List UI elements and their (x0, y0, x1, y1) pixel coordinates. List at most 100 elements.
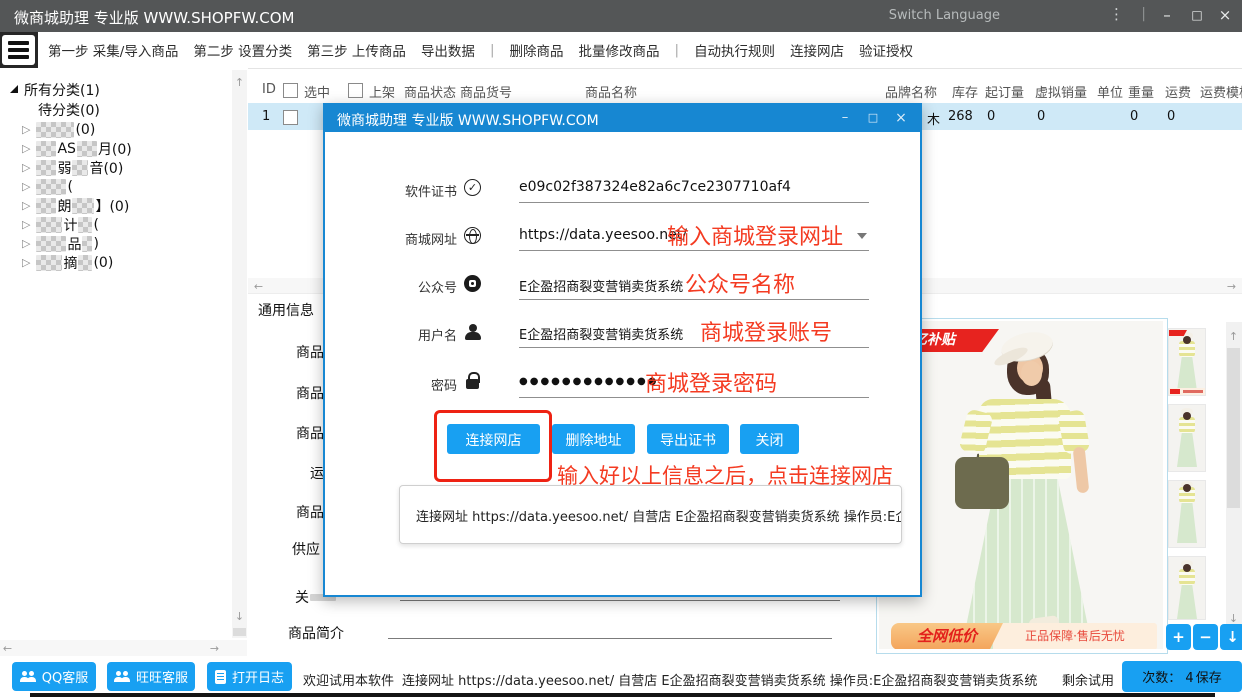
more-menu-icon[interactable]: ⋮ (1109, 5, 1124, 23)
menu-item-import[interactable]: 第一步 采集/导入商品 (48, 40, 178, 60)
official-account-input[interactable]: E企盈招商裂变营销卖货系统 (519, 276, 683, 295)
status-bar: QQ客服 旺旺客服 打开日志 欢迎试用本软件 连接网址 https://data… (0, 658, 1242, 697)
download-image-button[interactable]: ↓ (1220, 624, 1242, 650)
tree-root-all-categories[interactable]: 所有分类(1) (4, 80, 100, 99)
tree-item-label: 计 (63, 215, 77, 235)
tree-item-label: AS (57, 141, 75, 157)
connection-status-box: 连接网址 https://data.yeesoo.net/ 自营店 E企盈招商裂… (399, 485, 902, 544)
tree-item-label: 音(0) (89, 158, 123, 178)
chevron-right-icon: ▷ (22, 142, 30, 155)
chevron-right-icon: ▷ (22, 256, 30, 269)
menu-item-category[interactable]: 第二步 设置分类 (193, 40, 292, 60)
column-onsale: 上架 (369, 82, 395, 101)
censored-text (36, 255, 62, 271)
thumbnail-scrollbar[interactable]: ↑ ↓ (1226, 322, 1242, 640)
menu-item-delete[interactable]: 删除商品 (510, 40, 564, 60)
thumbnail-2[interactable] (1168, 404, 1206, 472)
scroll-right-icon[interactable]: → (1224, 280, 1239, 293)
chevron-right-icon: ▷ (22, 218, 30, 231)
menu-item-batch-edit[interactable]: 批量修改商品 (579, 40, 660, 60)
wangwang-support-button[interactable]: 旺旺客服 (107, 662, 195, 691)
scroll-thumb[interactable] (233, 628, 246, 636)
scroll-up-icon[interactable]: ↑ (232, 76, 247, 89)
menu-item-connect-shop[interactable]: 连接网店 (790, 40, 844, 60)
scroll-left-icon[interactable]: ← (0, 642, 15, 655)
field-label-fragment: 供应 (292, 539, 320, 559)
trial-count-prefix: 剩余试用 (1062, 670, 1114, 689)
app-window: 微商城助理 专业版 WWW.SHOPFW.COM Switch Language… (0, 0, 1242, 697)
tree-item[interactable]: ▷ 品 ) (22, 234, 99, 253)
row-checkbox[interactable] (283, 110, 298, 125)
zoom-in-button[interactable]: + (1166, 624, 1191, 650)
dialog-minimize-button[interactable]: – (832, 105, 858, 132)
thumbnail-3[interactable] (1168, 480, 1206, 548)
thumbnail-4[interactable] (1168, 556, 1206, 620)
onsale-all-checkbox[interactable] (348, 83, 363, 98)
field-label-fragment: 商品 (296, 342, 324, 362)
lowest-price-badge: 全网低价 (891, 623, 1003, 649)
official-account-label: 公众号 (347, 277, 457, 296)
tree-item[interactable]: ▷ 弱 音(0) (22, 158, 123, 177)
input-underline (519, 250, 869, 251)
hamburger-icon[interactable] (2, 35, 35, 65)
zoom-out-button[interactable]: − (1193, 624, 1218, 650)
dialog-maximize-button[interactable]: □ (860, 105, 886, 132)
username-input[interactable]: E企盈招商裂变营销卖货系统 (519, 324, 683, 343)
select-all-checkbox[interactable] (283, 83, 298, 98)
title-bar: 微商城助理 专业版 WWW.SHOPFW.COM Switch Language… (0, 0, 1242, 32)
tree-horizontal-scrollbar[interactable]: ← → (0, 640, 247, 656)
account-annotation: 公众号名称 (685, 267, 795, 299)
person-icon (464, 323, 481, 340)
tree-item[interactable]: ▷ (0) (22, 120, 95, 139)
cert-input[interactable]: e09c02f387324e82a6c7ce2307710af4 (519, 179, 791, 195)
censored-text (36, 160, 56, 176)
column-status: 商品状态 (404, 82, 456, 101)
close-dialog-button[interactable]: 关闭 (740, 424, 799, 454)
menu-item-verify-auth[interactable]: 验证授权 (859, 40, 913, 60)
dialog-close-icon[interactable]: × (888, 105, 914, 132)
figure-arm (1073, 446, 1090, 493)
chevron-right-icon: ▷ (22, 123, 30, 136)
tab-general-info[interactable]: 通用信息 (258, 300, 314, 320)
cell-weight: 0 (1130, 109, 1138, 124)
tree-item-label: 摘 (63, 253, 77, 273)
scroll-up-icon[interactable]: ↑ (1226, 330, 1241, 343)
save-button[interactable]: 次数： 4 保存 (1122, 661, 1242, 692)
censored-text (77, 141, 97, 157)
tree-item[interactable]: ▷ 摘 (0) (22, 253, 113, 272)
switch-language-button[interactable]: Switch Language (889, 8, 1000, 23)
menu-item-upload[interactable]: 第三步 上传商品 (307, 40, 406, 60)
scroll-left-icon[interactable]: ← (251, 280, 266, 293)
tree-item[interactable]: ▷ ( (22, 177, 73, 196)
shop-url-input[interactable]: https://data.yeesoo.net/ (519, 227, 687, 243)
dropdown-caret-icon[interactable] (857, 233, 867, 239)
menu-item-auto-rules[interactable]: 自动执行规则 (694, 40, 775, 60)
minimize-button[interactable]: – (1152, 0, 1182, 32)
export-cert-button[interactable]: 导出证书 (647, 424, 729, 454)
cert-label: 软件证书 (347, 181, 457, 200)
tree-item-label: 月(0) (98, 139, 132, 159)
close-button[interactable]: × (1210, 0, 1240, 32)
open-log-button[interactable]: 打开日志 (207, 662, 292, 691)
maximize-button[interactable]: □ (1182, 0, 1212, 32)
tree-vertical-scrollbar[interactable]: ↑ ↓ (232, 70, 247, 638)
intro-input-underline[interactable] (388, 638, 832, 639)
scroll-thumb[interactable] (1227, 348, 1240, 508)
tree-item-label: 朗 (57, 196, 71, 216)
tree-item[interactable]: ▷ 计 ( (22, 215, 99, 234)
password-input[interactable]: ●●●●●●●●●●●●● (519, 376, 658, 387)
qq-support-button[interactable]: QQ客服 (12, 662, 96, 691)
tree-item[interactable]: ▷ 朗 】(0) (22, 196, 129, 215)
scroll-right-icon[interactable]: → (207, 642, 222, 655)
keyword-input-underline[interactable] (400, 600, 840, 601)
menu-item-export[interactable]: 导出数据 (421, 40, 475, 60)
username-annotation: 商城登录账号 (700, 315, 832, 347)
delete-address-button[interactable]: 删除地址 (552, 424, 635, 454)
tree-item-unclassified[interactable]: 待分类(0) (38, 100, 100, 119)
censored-text (36, 179, 66, 195)
thumbnail-1[interactable] (1168, 328, 1206, 396)
scroll-down-icon[interactable]: ↓ (232, 610, 247, 623)
tree-item[interactable]: ▷ AS 月(0) (22, 139, 132, 158)
dialog-title: 微商城助理 专业版 WWW.SHOPFW.COM (337, 110, 599, 130)
menu-items: 第一步 采集/导入商品 第二步 设置分类 第三步 上传商品 导出数据 | 删除商… (48, 32, 913, 68)
